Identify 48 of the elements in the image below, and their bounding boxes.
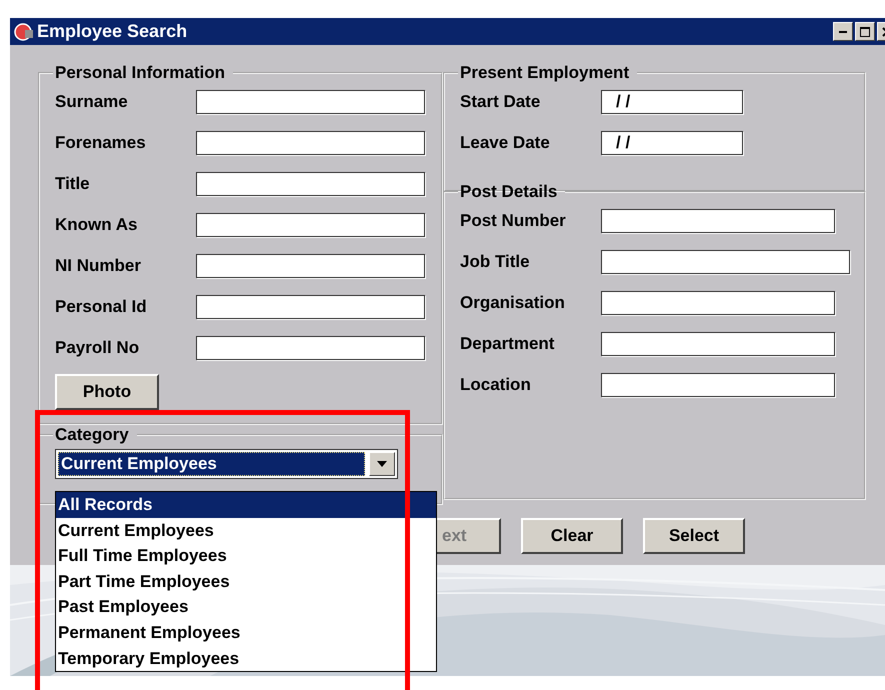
- maximize-icon: [859, 26, 871, 38]
- field-label: Post Number: [460, 210, 567, 230]
- group-title: Category: [54, 425, 130, 445]
- field-label: Personal Id: [55, 296, 148, 316]
- input-field[interactable]: [601, 290, 835, 314]
- app-icon: [14, 22, 34, 42]
- window-title: Employee Search: [37, 21, 188, 42]
- field-label: Start Date: [460, 92, 542, 112]
- photo-button[interactable]: Photo: [55, 374, 159, 410]
- input-field[interactable]: [196, 336, 425, 360]
- field-label: Department: [460, 334, 556, 354]
- field-label: Location: [460, 374, 532, 394]
- input-field[interactable]: [601, 250, 850, 274]
- dropdown-option[interactable]: Temporary Employees: [56, 646, 436, 672]
- group-title: Present Employment: [459, 63, 630, 83]
- dropdown-option[interactable]: Part Time Employees: [56, 568, 436, 594]
- input-field[interactable]: / /: [601, 90, 743, 114]
- field-label: Known As: [55, 214, 138, 234]
- minimize-button[interactable]: [833, 22, 853, 41]
- field-label: Job Title: [460, 252, 531, 272]
- dropdown-option[interactable]: All Records: [56, 492, 436, 518]
- input-field[interactable]: [196, 212, 425, 236]
- dropdown-value: Current Employees: [58, 452, 365, 476]
- dropdown-option[interactable]: Past Employees: [56, 594, 436, 620]
- group-title: Post Details: [459, 182, 558, 202]
- field-label: Forenames: [55, 132, 147, 152]
- input-field[interactable]: [196, 172, 425, 196]
- category-dropdown[interactable]: Current Employees: [55, 449, 398, 479]
- input-field[interactable]: [196, 294, 425, 318]
- maximize-button[interactable]: [855, 22, 875, 41]
- field-label: Organisation: [460, 292, 566, 312]
- action-button[interactable]: Clear: [521, 518, 623, 554]
- field-label: Leave Date: [460, 132, 551, 152]
- group-title: Personal Information: [54, 63, 226, 83]
- input-field[interactable]: [601, 332, 835, 356]
- field-label: Surname: [55, 92, 129, 112]
- minimize-icon: [839, 30, 847, 32]
- input-field[interactable]: / /: [601, 130, 743, 154]
- field-label: NI Number: [55, 256, 142, 276]
- dropdown-option[interactable]: Permanent Employees: [56, 620, 436, 646]
- input-field[interactable]: [196, 130, 425, 154]
- input-field[interactable]: [601, 208, 835, 232]
- input-field[interactable]: [196, 254, 425, 278]
- field-label: Title: [55, 174, 91, 194]
- field-label: Payroll No: [55, 338, 140, 358]
- input-field[interactable]: [601, 372, 835, 396]
- input-field[interactable]: [196, 90, 425, 114]
- action-button[interactable]: Select: [643, 518, 745, 554]
